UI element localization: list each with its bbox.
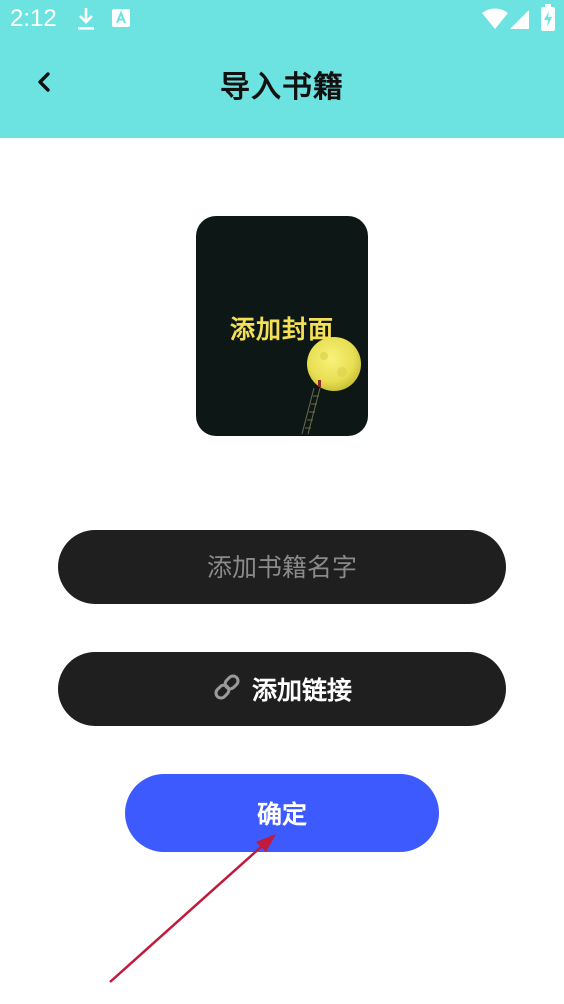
- add-cover-button[interactable]: 添加封面: [196, 216, 368, 436]
- confirm-button[interactable]: 确定: [125, 774, 439, 852]
- signal-icon: [510, 8, 530, 34]
- annotation-arrow: [109, 834, 276, 983]
- top-bar-background: 2:12 导入书籍: [0, 0, 564, 138]
- status-bar: 2:12: [0, 0, 564, 40]
- header: 导入书籍: [0, 40, 564, 138]
- wifi-icon: [482, 8, 508, 34]
- page-title: 导入书籍: [220, 70, 344, 105]
- confirm-label: 确定: [256, 800, 307, 829]
- battery-charging-icon: [540, 4, 556, 36]
- add-link-button[interactable]: 添加链接: [58, 652, 506, 726]
- download-icon: [76, 6, 96, 36]
- book-name-input[interactable]: [58, 530, 506, 604]
- link-icon: [212, 672, 242, 706]
- add-cover-label: 添加封面: [229, 315, 334, 344]
- status-time: 2:12: [10, 5, 57, 32]
- import-book-screen: 2:12 导入书籍 添加封面 添加书籍名字 添加链接 确定: [0, 0, 564, 1004]
- font-app-icon: [112, 9, 130, 31]
- add-link-label: 添加链接: [251, 676, 352, 705]
